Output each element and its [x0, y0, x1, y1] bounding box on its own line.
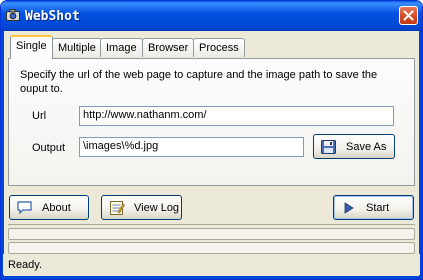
save-as-label: Save As — [346, 140, 387, 153]
window-title: WebShot — [25, 9, 80, 24]
tab-browser[interactable]: Browser — [142, 38, 195, 57]
window-border-right — [419, 31, 422, 279]
about-button[interactable]: About — [9, 195, 89, 220]
url-label: Url — [32, 110, 47, 122]
output-label: Output — [32, 142, 66, 154]
tab-process[interactable]: Process — [193, 38, 245, 57]
tab-multiple[interactable]: Multiple — [52, 38, 102, 57]
start-button[interactable]: Start — [333, 195, 414, 220]
notepad-icon — [108, 200, 126, 216]
window-border-bottom — [1, 276, 422, 279]
view-log-label: View Log — [134, 201, 180, 214]
camera-icon — [6, 9, 20, 21]
status-text: Ready. — [8, 259, 43, 271]
speech-bubble-icon — [16, 200, 34, 216]
window-border-left — [1, 31, 4, 279]
view-log-button[interactable]: View Log — [101, 195, 182, 220]
progress-bar-1 — [8, 228, 415, 240]
floppy-disk-icon — [320, 139, 338, 155]
title-bar[interactable]: WebShot — [1, 1, 422, 31]
output-path-input[interactable]: \images\%d.jpg — [79, 137, 304, 157]
progress-bar-2 — [8, 242, 415, 254]
about-label: About — [42, 201, 71, 214]
tab-single[interactable]: Single — [10, 35, 53, 59]
play-icon — [340, 200, 358, 216]
close-icon — [403, 10, 414, 21]
close-button[interactable] — [399, 6, 418, 25]
tab-image[interactable]: Image — [100, 38, 143, 57]
start-label: Start — [366, 201, 390, 214]
instructions-text: Specify the url of the web page to captu… — [20, 69, 378, 95]
save-as-button[interactable]: Save As — [313, 134, 395, 159]
status-bar — [3, 254, 420, 275]
url-input[interactable]: http://www.nathanm.com/ — [79, 106, 394, 126]
separator — [8, 224, 415, 225]
